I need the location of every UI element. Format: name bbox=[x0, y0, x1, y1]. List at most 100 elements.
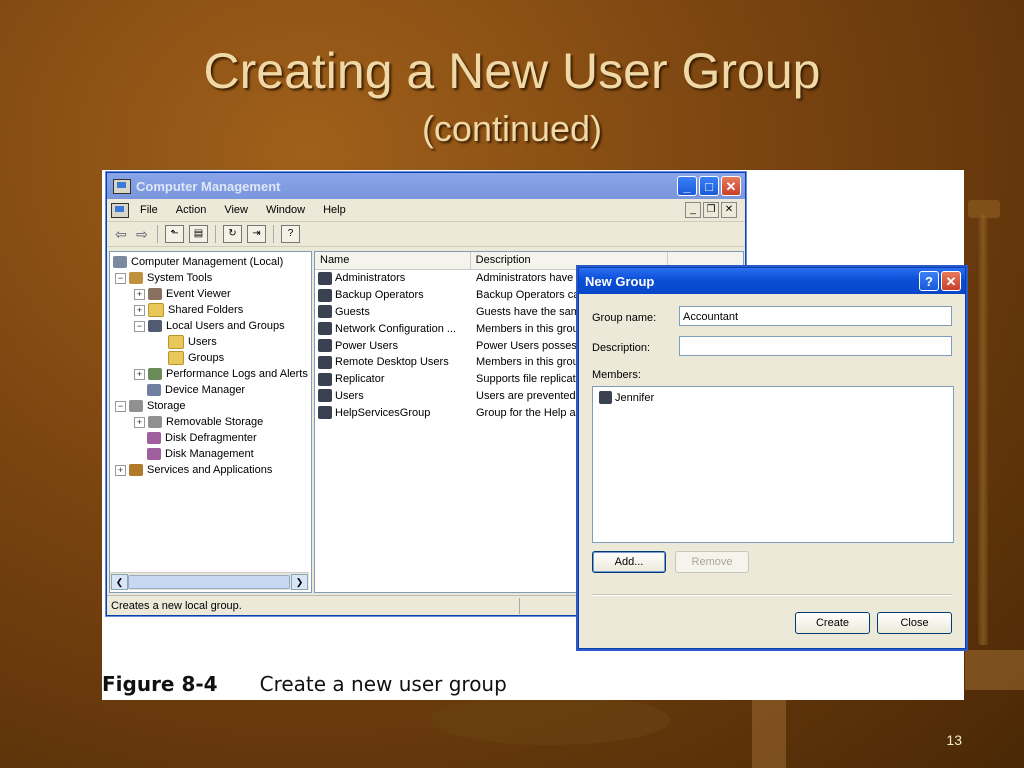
remove-button[interactable]: Remove bbox=[675, 551, 749, 573]
mdi-minimize-button[interactable]: _ bbox=[685, 202, 701, 218]
group-name-label: Group name: bbox=[592, 312, 657, 324]
group-icon bbox=[318, 305, 332, 319]
status-separator bbox=[519, 598, 520, 614]
maximize-button[interactable]: □ bbox=[699, 176, 719, 196]
tree-node-services-and-applications[interactable]: + Services and Applications bbox=[115, 462, 272, 478]
decorative-scale-pole bbox=[978, 215, 988, 645]
tree-node-label: Disk Management bbox=[165, 448, 254, 460]
menu-file[interactable]: File bbox=[131, 204, 167, 216]
tree-node-shared-folders[interactable]: + Shared Folders bbox=[134, 302, 243, 318]
tree-node-computer-management[interactable]: Computer Management (Local) bbox=[113, 254, 283, 270]
group-description: Guests have the same bbox=[476, 305, 587, 318]
group-name: Network Configuration ... bbox=[335, 322, 457, 335]
event-viewer-icon bbox=[148, 288, 162, 300]
description-input[interactable] bbox=[679, 336, 952, 356]
storage-icon bbox=[148, 416, 162, 428]
collapse-icon[interactable]: − bbox=[115, 400, 126, 412]
mdi-restore-button[interactable]: ❐ bbox=[703, 202, 719, 218]
decorative-post bbox=[752, 700, 786, 768]
group-description: Group for the Help and bbox=[476, 406, 588, 419]
status-text: Creates a new local group. bbox=[111, 599, 242, 612]
tree-node-label: Users bbox=[188, 336, 217, 348]
tree-node-label: Performance Logs and Alerts bbox=[166, 368, 308, 380]
horizontal-scrollbar[interactable]: ❮ ❯ bbox=[110, 572, 309, 590]
close-button[interactable]: ✕ bbox=[721, 176, 741, 196]
tree-node-disk-defragmenter[interactable]: Disk Defragmenter bbox=[147, 430, 257, 446]
tree-node-performance-logs[interactable]: + Performance Logs and Alerts bbox=[134, 366, 308, 382]
dialog-title: New Group bbox=[585, 273, 655, 289]
forward-arrow-icon[interactable]: ⇨ bbox=[134, 226, 150, 243]
scroll-left-icon[interactable]: ❮ bbox=[111, 574, 128, 590]
tree-node-label: Storage bbox=[147, 400, 186, 412]
menu-window[interactable]: Window bbox=[257, 204, 314, 216]
scrollbar-thumb[interactable] bbox=[128, 575, 290, 589]
menu-help[interactable]: Help bbox=[314, 204, 355, 216]
add-button[interactable]: Add... bbox=[592, 551, 666, 573]
decorative-arm bbox=[965, 650, 1024, 690]
description-label: Description: bbox=[592, 342, 651, 354]
collapse-icon[interactable]: − bbox=[134, 320, 145, 332]
tree-node-local-users-and-groups[interactable]: − Local Users and Groups bbox=[134, 318, 285, 334]
column-header-name[interactable]: Name bbox=[315, 252, 471, 269]
menu-action[interactable]: Action bbox=[167, 204, 216, 216]
tree-node-removable-storage[interactable]: + Removable Storage bbox=[134, 414, 263, 430]
dialog-close-icon[interactable]: ✕ bbox=[941, 271, 961, 291]
collapse-icon[interactable]: − bbox=[115, 272, 126, 284]
members-list[interactable]: Jennifer bbox=[592, 386, 954, 543]
console-icon[interactable] bbox=[111, 202, 129, 218]
back-arrow-icon[interactable]: ⇦ bbox=[113, 226, 129, 243]
page-number: 13 bbox=[946, 732, 962, 748]
group-name: Backup Operators bbox=[335, 289, 424, 302]
up-folder-icon[interactable]: ⬑ bbox=[165, 225, 184, 243]
menu-view[interactable]: View bbox=[215, 204, 257, 216]
show-hide-tree-icon[interactable]: ▤ bbox=[189, 225, 208, 243]
group-name: Guests bbox=[335, 305, 370, 318]
members-label: Members: bbox=[592, 369, 641, 381]
caption-text: Create a new user group bbox=[259, 672, 507, 696]
tree-node-groups[interactable]: Groups bbox=[168, 350, 224, 366]
tree-node-device-manager[interactable]: Device Manager bbox=[147, 382, 245, 398]
member-item[interactable]: Jennifer bbox=[599, 391, 654, 404]
refresh-icon[interactable]: ↻ bbox=[223, 225, 242, 243]
tree-node-storage[interactable]: − Storage bbox=[115, 398, 186, 414]
tree-node-label: Local Users and Groups bbox=[166, 320, 285, 332]
scroll-right-icon[interactable]: ❯ bbox=[291, 574, 308, 590]
user-icon bbox=[599, 391, 612, 404]
window-titlebar[interactable]: Computer Management _ □ ✕ bbox=[107, 173, 745, 199]
open-folder-icon bbox=[168, 351, 184, 365]
help-icon[interactable]: ? bbox=[281, 225, 300, 243]
expand-icon[interactable]: + bbox=[115, 464, 126, 476]
folder-icon bbox=[148, 303, 164, 317]
group-name: Users bbox=[335, 389, 364, 402]
slide-subtitle: (continued) bbox=[421, 108, 603, 149]
expand-icon[interactable]: + bbox=[134, 304, 145, 316]
expand-icon[interactable]: + bbox=[134, 288, 145, 300]
export-list-icon[interactable]: ⇥ bbox=[247, 225, 266, 243]
tree-node-system-tools[interactable]: − System Tools bbox=[115, 270, 212, 286]
toolbar-separator bbox=[157, 225, 158, 243]
help-button[interactable]: ? bbox=[919, 271, 939, 291]
minimize-button[interactable]: _ bbox=[677, 176, 697, 196]
tree-node-disk-management[interactable]: Disk Management bbox=[147, 446, 254, 462]
dialog-titlebar[interactable]: New Group ? ✕ bbox=[579, 268, 965, 294]
group-description: Backup Operators can bbox=[476, 289, 586, 302]
tree-node-label: Computer Management (Local) bbox=[131, 256, 284, 268]
create-button[interactable]: Create bbox=[795, 612, 870, 634]
group-name: Administrators bbox=[335, 272, 406, 285]
group-description: Users are prevented fr bbox=[476, 389, 586, 402]
mdi-close-button[interactable]: ✕ bbox=[721, 202, 737, 218]
expand-icon[interactable]: + bbox=[134, 416, 145, 428]
group-name-input[interactable]: Accountant bbox=[679, 306, 952, 326]
tree-node-label: Removable Storage bbox=[166, 416, 264, 428]
caption-label: Figure 8-4 bbox=[102, 672, 218, 696]
group-icon bbox=[318, 355, 332, 369]
expand-icon[interactable]: + bbox=[134, 368, 145, 380]
users-icon bbox=[148, 320, 162, 332]
tree-node-users[interactable]: Users bbox=[168, 334, 217, 350]
menu-bar: File Action View Window Help _ ❐ ✕ bbox=[107, 199, 745, 222]
tree-node-event-viewer[interactable]: + Event Viewer bbox=[134, 286, 231, 302]
tree-node-label: Groups bbox=[188, 352, 225, 364]
group-icon bbox=[318, 271, 332, 285]
member-name: Jennifer bbox=[615, 391, 655, 404]
dialog-close-button[interactable]: Close bbox=[877, 612, 952, 634]
